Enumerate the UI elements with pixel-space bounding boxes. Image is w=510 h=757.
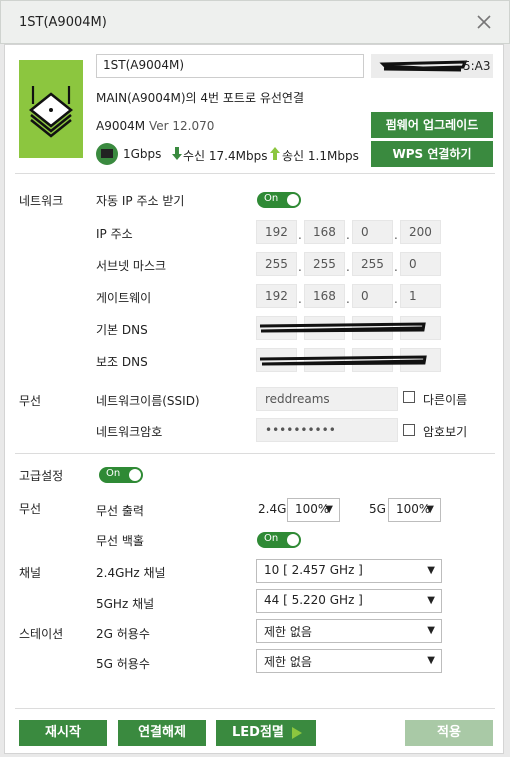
gateway-label: 게이트웨이 [96, 291, 152, 305]
ip-octet-2[interactable]: 168 [304, 220, 345, 244]
section-station: 스테이션 [19, 627, 64, 641]
ch5-select[interactable]: 44 [ 5.220 GHz ] ▼ [256, 589, 442, 613]
redaction-mark [379, 60, 468, 72]
subnet-octet-1[interactable]: 255 [256, 252, 297, 276]
backhaul-label: 무선 백홀 [96, 534, 144, 548]
gateway-octet-3[interactable]: 0 [352, 284, 393, 308]
section-wireless: 무선 [19, 394, 42, 408]
dropdown-arrow-icon: ▼ [427, 595, 435, 606]
dns1-label: 기본 DNS [96, 323, 148, 337]
auto-ip-label: 자동 IP 주소 받기 [96, 194, 185, 208]
ch24-select[interactable]: 10 [ 2.457 GHz ] ▼ [256, 559, 442, 583]
gateway-octet-4[interactable]: 1 [400, 284, 441, 308]
divider [15, 173, 495, 174]
ch24-label: 2.4GHz 채널 [96, 566, 166, 580]
dropdown-arrow-icon: ▼ [325, 504, 333, 515]
output-24-select[interactable]: 100% ▼ [287, 498, 340, 522]
backhaul-toggle[interactable]: On [257, 532, 301, 548]
device-icon [19, 60, 83, 158]
band-24-label: 2.4G [258, 502, 287, 516]
ip-label: IP 주소 [96, 227, 133, 241]
device-model: A9004M [96, 119, 146, 133]
subnet-label: 서브넷 마스크 [96, 259, 167, 273]
settings-panel: 1ST(A9004M) 5:A3 MAIN(A9004M)의 4번 포트로 유선… [4, 44, 504, 754]
ssid-label: 네트워크이름(SSID) [96, 394, 200, 408]
router-icon [28, 86, 74, 138]
gateway-octet-1[interactable]: 192 [256, 284, 297, 308]
tx-rate: 송신 1.1Mbps [282, 149, 359, 163]
section-channel: 채널 [19, 566, 42, 580]
band-5-label: 5G [369, 502, 386, 516]
restart-button[interactable]: 재시작 [19, 720, 107, 746]
redaction-mark [259, 355, 427, 366]
dropdown-arrow-icon: ▼ [426, 504, 434, 515]
advanced-toggle[interactable]: On [99, 467, 143, 483]
upload-arrow-icon [270, 147, 280, 160]
wps-connect-button[interactable]: WPS 연결하기 [371, 141, 493, 167]
dropdown-arrow-icon: ▼ [427, 655, 435, 666]
allow2g-select[interactable]: 제한 없음 ▼ [256, 619, 442, 643]
download-arrow-icon [172, 147, 182, 160]
ip-octet-4[interactable]: 200 [400, 220, 441, 244]
ssid-input[interactable]: reddreams [256, 387, 398, 411]
allow5g-select[interactable]: 제한 없음 ▼ [256, 649, 442, 673]
divider [15, 708, 495, 709]
subnet-octet-4[interactable]: 0 [400, 252, 441, 276]
subnet-octet-2[interactable]: 255 [304, 252, 345, 276]
close-icon[interactable] [473, 11, 495, 33]
output-label: 무선 출력 [96, 504, 144, 518]
password-label: 네트워크암호 [96, 425, 163, 439]
gateway-octet-2[interactable]: 168 [304, 284, 345, 308]
firmware-version: Ver 12.070 [149, 119, 215, 133]
disconnect-button[interactable]: 연결해제 [118, 720, 206, 746]
ethernet-icon [96, 143, 118, 165]
ch5-label: 5GHz 채널 [96, 597, 155, 611]
mac-suffix: 5:A3 [463, 59, 491, 73]
show-password-checkbox[interactable] [403, 424, 415, 436]
dns2-label: 보조 DNS [96, 355, 148, 369]
rx-rate: 수신 17.4Mbps [183, 149, 268, 163]
firmware-upgrade-button[interactable]: 펌웨어 업그레이드 [371, 112, 493, 138]
led-blink-button[interactable]: LED점멸 [216, 720, 316, 746]
dropdown-arrow-icon: ▼ [427, 625, 435, 636]
auto-ip-toggle[interactable]: On [257, 192, 301, 208]
divider [15, 453, 495, 454]
link-speed: 1Gbps [123, 147, 162, 161]
subnet-octet-3[interactable]: 255 [352, 252, 393, 276]
apply-button[interactable]: 적용 [405, 720, 493, 746]
show-password-label: 암호보기 [423, 425, 468, 439]
device-name-input[interactable]: 1ST(A9004M) [96, 54, 364, 78]
mac-address-box: 5:A3 [371, 54, 493, 78]
password-input[interactable]: •••••••••• [256, 418, 398, 442]
play-icon [292, 727, 302, 739]
allow5g-label: 5G 허용수 [96, 657, 150, 671]
output-5-select[interactable]: 100% ▼ [388, 498, 441, 522]
other-name-label: 다른이름 [423, 393, 468, 407]
connection-status: MAIN(A9004M)의 4번 포트로 유선연결 [96, 91, 304, 105]
title-bar: 1ST(A9004M) [0, 0, 510, 44]
ip-octet-1[interactable]: 192 [256, 220, 297, 244]
ip-octet-3[interactable]: 0 [352, 220, 393, 244]
other-name-checkbox[interactable] [403, 391, 415, 403]
window-title: 1ST(A9004M) [19, 15, 107, 30]
redaction-mark [259, 322, 426, 333]
section-network: 네트워크 [19, 194, 64, 208]
allow2g-label: 2G 허용수 [96, 627, 150, 641]
section-wireless-advanced: 무선 [19, 502, 42, 516]
section-advanced: 고급설정 [19, 469, 64, 483]
dropdown-arrow-icon: ▼ [427, 565, 435, 576]
